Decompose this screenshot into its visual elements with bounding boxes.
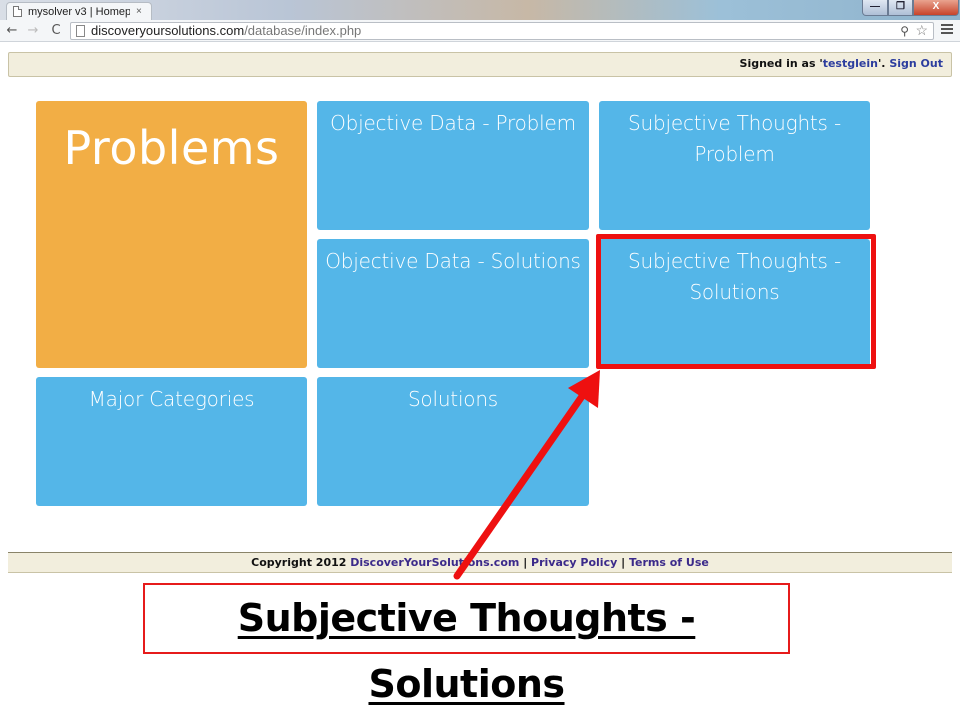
terms-of-use-link[interactable]: Terms of Use [629,556,709,569]
bookmark-star-icon[interactable]: ☆ [915,22,928,38]
menu-icon[interactable] [941,24,953,36]
tab-title: mysolver v3 | Homep [28,5,130,18]
maximize-button[interactable]: ❐ [888,0,913,16]
signed-in-suffix: '. [877,57,890,70]
url-path: /database/index.php [244,23,362,38]
tile-subjective-thoughts-problem[interactable]: Subjective Thoughts - Problem [599,101,870,230]
reload-icon[interactable]: C [47,22,65,40]
highlight-box [596,234,876,369]
tile-major-categories[interactable]: Major Categories [36,377,307,506]
copyright-text: Copyright 2012 [251,556,351,569]
tab-close-icon[interactable]: × [136,6,142,17]
address-bar[interactable]: discoveryoursolutions.com/database/index… [70,22,934,40]
caption-text: Subjective Thoughts - Solutions [237,596,696,706]
forward-arrow-icon[interactable]: → [24,22,42,40]
tile-problems[interactable]: Problems [36,101,307,368]
minimize-button[interactable]: — [862,0,888,16]
tile-objective-data-problem[interactable]: Objective Data - Problem [317,101,589,230]
tile-solutions[interactable]: Solutions [317,377,589,506]
site-link[interactable]: DiscoverYourSolutions.com [350,556,519,569]
annotation-caption: Subjective Thoughts - Solutions [143,583,790,706]
url-host: discoveryoursolutions.com [91,23,245,38]
privacy-policy-link[interactable]: Privacy Policy [531,556,617,569]
signin-bar: Signed in as 'testglein'. Sign Out [8,52,952,77]
signed-in-status: Signed in as 'testglein'. Sign Out [740,57,943,70]
signed-in-prefix: Signed in as ' [739,57,823,70]
zoom-icon[interactable]: ⚲ [900,23,909,39]
page-icon [13,6,22,17]
browser-tab[interactable]: mysolver v3 | Homep × [6,2,152,20]
browser-toolbar: ← → C discoveryoursolutions.com/database… [0,20,960,42]
back-arrow-icon[interactable]: ← [3,22,21,40]
close-window-button[interactable]: X [913,0,959,16]
window-titlebar: mysolver v3 | Homep × — ❐ X [0,0,960,20]
tile-objective-data-solutions[interactable]: Objective Data - Solutions [317,239,589,368]
sign-out-link[interactable]: Sign Out [889,57,943,70]
document-icon [76,25,85,37]
username-link[interactable]: testglein [823,57,878,70]
page-footer: Copyright 2012 DiscoverYourSolutions.com… [8,552,952,573]
footer-separator: | [519,556,532,569]
footer-separator: | [617,556,629,569]
